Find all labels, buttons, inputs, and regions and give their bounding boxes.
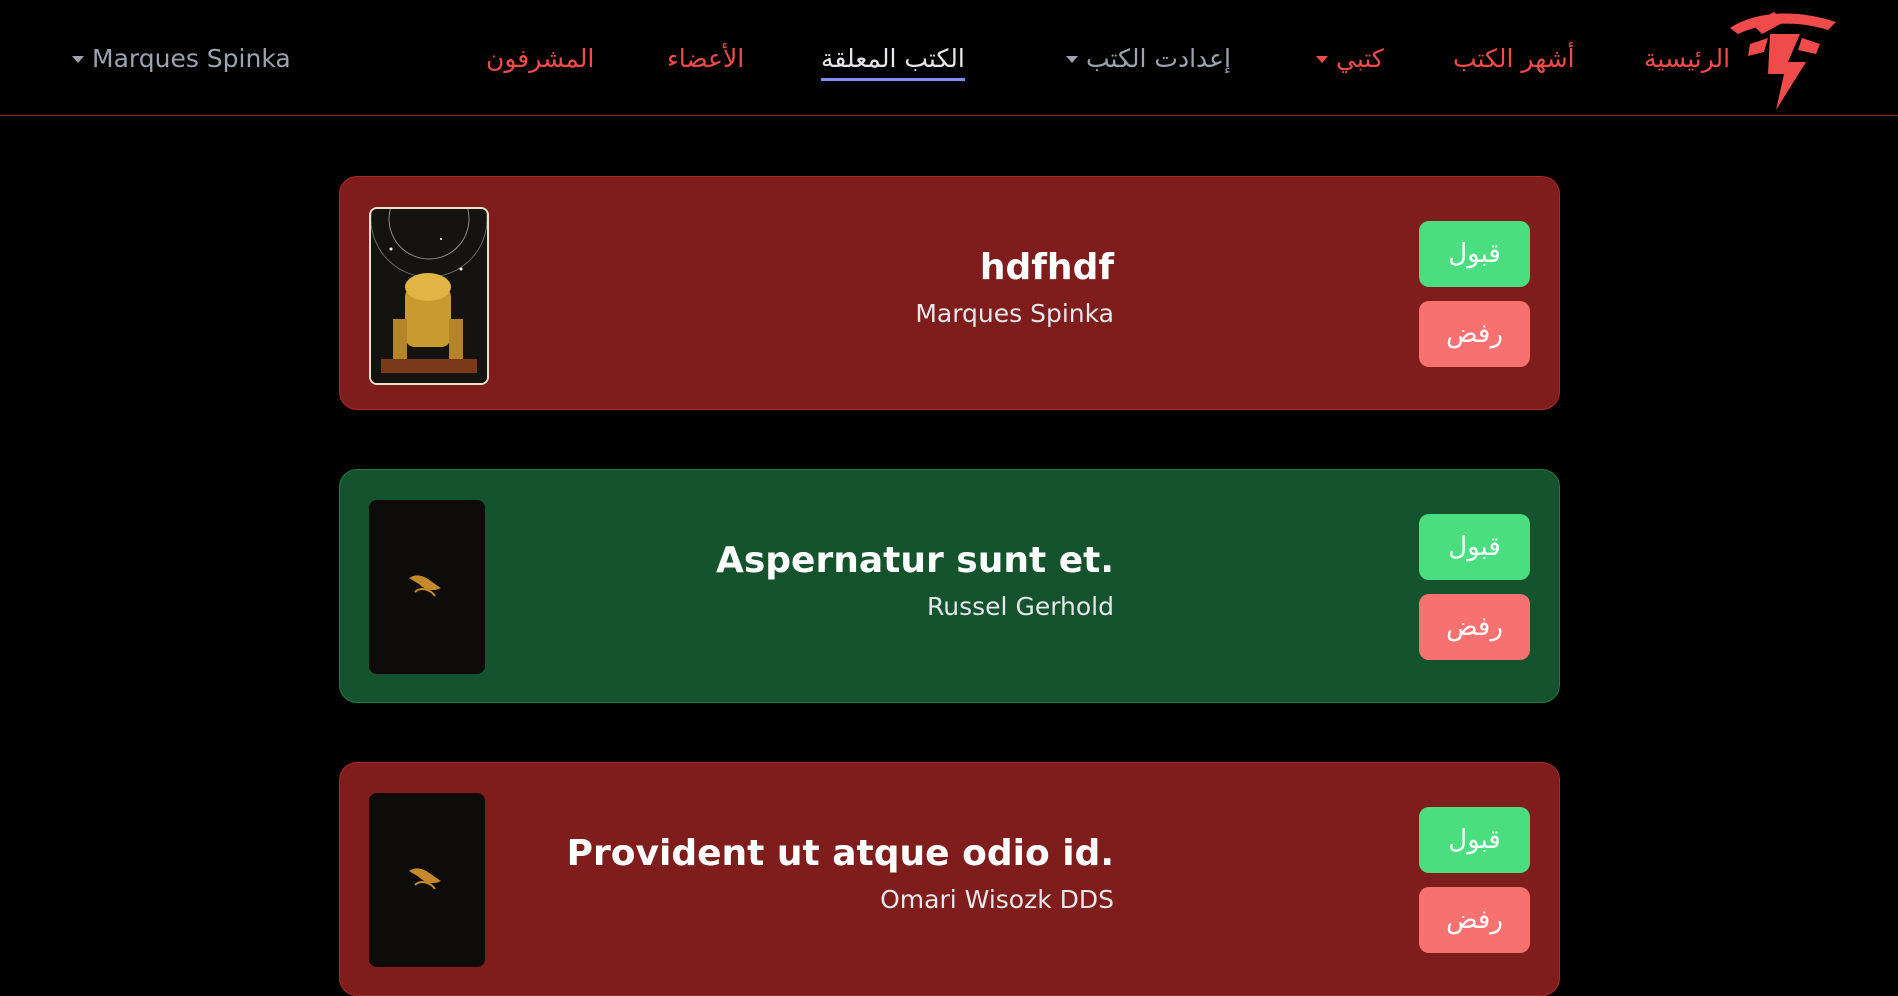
nav-my-books-label: كتبي	[1336, 44, 1384, 73]
caret-down-icon	[72, 55, 84, 63]
nav-members[interactable]: الأعضاء	[667, 42, 744, 76]
book-cover	[369, 500, 485, 674]
nav-popular-books[interactable]: أشهر الكتب	[1453, 42, 1575, 76]
pending-book-card: Provident ut atque odio id. Omari Wisozk…	[339, 762, 1560, 996]
caret-down-icon	[1066, 55, 1078, 63]
reject-button[interactable]: رفض	[1419, 301, 1530, 367]
navbar: الرئيسية أشهر الكتب كتبي إعدادت الكتب ال…	[0, 0, 1898, 116]
caret-down-icon	[1316, 55, 1328, 63]
nav-book-settings-dropdown[interactable]: إعدادت الكتب	[1058, 42, 1231, 76]
book-author: Marques Spinka	[915, 299, 1114, 328]
pending-book-card: Aspernatur sunt et. Russel Gerhold قبول …	[339, 469, 1560, 703]
nav-home[interactable]: الرئيسية	[1644, 42, 1730, 76]
reject-button[interactable]: رفض	[1419, 887, 1530, 953]
user-name: Marques Spinka	[92, 44, 291, 73]
nav-supervisors[interactable]: المشرفون	[486, 42, 594, 76]
accept-button[interactable]: قبول	[1419, 807, 1530, 873]
book-cover	[369, 207, 489, 385]
nav-my-books-dropdown[interactable]: كتبي	[1308, 42, 1384, 76]
nav-pending-books[interactable]: الكتب المعلقة	[821, 42, 965, 81]
book-title: Aspernatur sunt et.	[715, 540, 1114, 581]
book-author: Omari Wisozk DDS	[880, 885, 1114, 914]
book-author: Russel Gerhold	[927, 592, 1114, 621]
accept-button[interactable]: قبول	[1419, 221, 1530, 287]
reject-button[interactable]: رفض	[1419, 594, 1530, 660]
book-title: hdfhdf	[979, 247, 1114, 288]
pending-book-card: hdfhdf Marques Spinka قبول رفض	[339, 176, 1560, 410]
book-cover	[369, 793, 485, 967]
book-title: Provident ut atque odio id.	[566, 833, 1114, 874]
accept-button[interactable]: قبول	[1419, 514, 1530, 580]
logo[interactable]	[1724, 4, 1840, 114]
user-menu-dropdown[interactable]: Marques Spinka	[72, 42, 291, 76]
nav-book-settings-label: إعدادت الكتب	[1086, 44, 1232, 73]
